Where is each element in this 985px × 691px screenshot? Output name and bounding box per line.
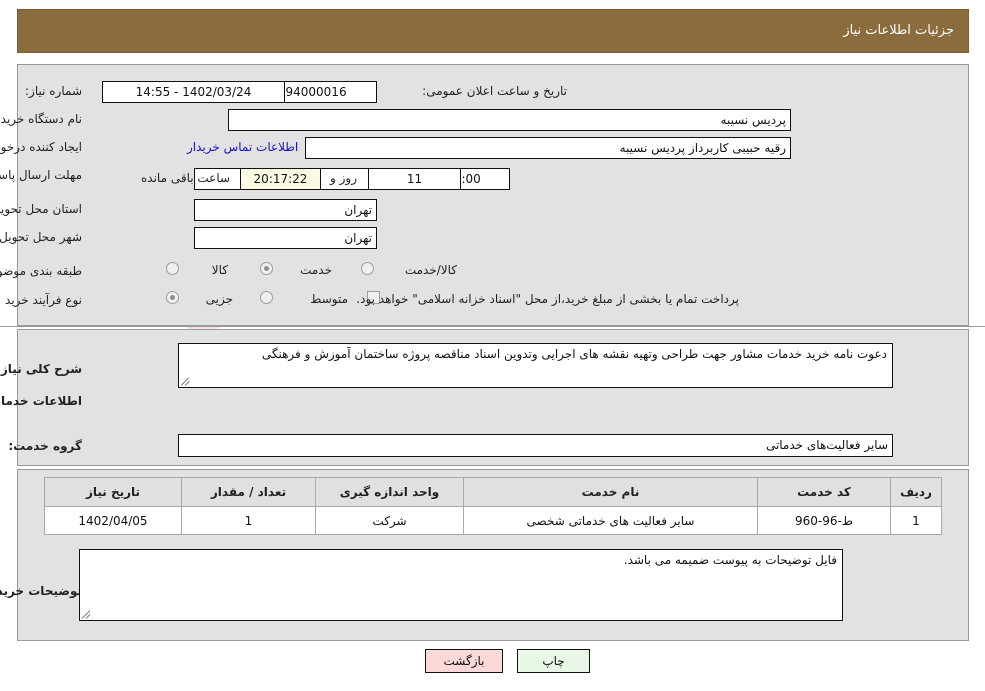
divider-top xyxy=(0,326,985,327)
description-label: شرح کلی نیاز: xyxy=(0,362,82,376)
announce-datetime-field[interactable]: 1402/03/24 - 14:55 xyxy=(102,81,285,103)
print-button[interactable]: چاپ xyxy=(517,649,590,673)
col-service-name: نام خدمت xyxy=(463,477,758,507)
city-label: شهر محل تحویل: xyxy=(0,230,82,244)
buyer-notes-textarea[interactable]: فایل توضیحات به پیوست ضمیمه می باشد. xyxy=(79,549,843,621)
buyer-org-field[interactable]: پردیس نسیبه xyxy=(228,109,791,131)
resize-grip-icon[interactable] xyxy=(81,610,91,619)
announce-datetime-label: تاریخ و ساعت اعلان عمومی: xyxy=(422,84,567,98)
process-radio-jozi[interactable] xyxy=(166,291,179,304)
page-title: جزئیات اطلاعات نیاز xyxy=(843,23,954,38)
province-field[interactable]: تهران xyxy=(194,199,377,221)
process-radio-motavaset[interactable] xyxy=(260,291,273,304)
deadline-label: مهلت ارسال پاسخ: تا تاریخ: xyxy=(0,168,82,182)
description-text: دعوت نامه خرید خدمات مشاور جهت طراحی وته… xyxy=(261,347,887,361)
table-row[interactable]: 1 ط-96-960 سایر فعالیت های خدماتی شخصی ش… xyxy=(44,506,942,535)
col-need-date: تاریخ نیاز xyxy=(44,477,182,507)
process-label: نوع فرآیند خرید : xyxy=(0,293,82,307)
service-group-field[interactable]: سایر فعالیت‌های خدماتی xyxy=(178,434,893,457)
buyer-org-label: نام دستگاه خریدار: xyxy=(0,112,82,126)
buyer-notes-text: فایل توضیحات به پیوست ضمیمه می باشد. xyxy=(623,553,837,567)
classification-label: طبقه بندی موضوعی: xyxy=(0,264,82,278)
service-group-label: گروه خدمت: xyxy=(8,439,82,453)
page-header-bar: جزئیات اطلاعات نیاز xyxy=(17,9,969,53)
back-button[interactable]: بازگشت xyxy=(425,649,503,673)
process-label-motavaset: متوسط xyxy=(310,292,348,306)
col-quantity: تعداد / مقدار xyxy=(181,477,316,507)
classification-radio-kala[interactable] xyxy=(166,262,179,275)
page-root: AriaTender.net جزئیات اطلاعات نیاز شماره… xyxy=(0,0,985,691)
need-info-panel xyxy=(17,64,969,326)
col-row-no: ردیف xyxy=(890,477,942,507)
cell-row-no: 1 xyxy=(890,506,942,535)
buyer-contact-link[interactable]: اطلاعات تماس خریدار xyxy=(187,140,298,154)
services-section-title: اطلاعات خدمات مورد نیاز xyxy=(0,394,82,408)
col-unit: واحد اندازه گیری xyxy=(315,477,464,507)
treasury-note-label: پرداخت تمام یا بخشی از مبلغ خرید،از محل … xyxy=(356,292,739,306)
creator-field[interactable]: رقیه حبیبی کاربرداز پردیس نسیبه xyxy=(305,137,791,159)
process-label-jozi: جزیی xyxy=(205,292,233,306)
cell-unit: شرکت xyxy=(315,506,464,535)
services-table: ردیف کد خدمت نام خدمت واحد اندازه گیری ت… xyxy=(44,477,942,535)
days-label: روز و xyxy=(330,171,357,185)
city-field[interactable]: تهران xyxy=(194,227,377,249)
col-service-code: کد خدمت xyxy=(757,477,891,507)
days-remaining-field[interactable]: 11 xyxy=(368,168,461,190)
countdown-field[interactable]: 20:17:22 xyxy=(240,168,321,190)
classification-label-kala: کالا xyxy=(211,263,228,277)
creator-label: ایجاد کننده درخواست: xyxy=(0,140,82,154)
classification-label-khedmat: خدمت xyxy=(300,263,332,277)
classification-label-kala-khedmat: کالا/خدمت xyxy=(404,263,457,277)
classification-radio-khedmat[interactable] xyxy=(260,262,273,275)
resize-grip-icon[interactable] xyxy=(180,377,190,386)
table-header-row: ردیف کد خدمت نام خدمت واحد اندازه گیری ت… xyxy=(44,477,942,507)
province-label: استان محل تحویل: xyxy=(0,202,82,216)
description-textarea[interactable]: دعوت نامه خرید خدمات مشاور جهت طراحی وته… xyxy=(178,343,893,388)
remaining-suffix-label: ساعت باقی مانده xyxy=(141,171,231,185)
cell-need-date: 1402/04/05 xyxy=(44,506,182,535)
cell-service-name: سایر فعالیت های خدماتی شخصی xyxy=(463,506,758,535)
cell-quantity: 1 xyxy=(181,506,316,535)
classification-radio-kala-khedmat[interactable] xyxy=(361,262,374,275)
buyer-notes-label: توضیحات خریدار: xyxy=(0,584,82,598)
cell-service-code: ط-96-960 xyxy=(757,506,891,535)
need-number-label: شماره نیاز: xyxy=(25,84,82,98)
